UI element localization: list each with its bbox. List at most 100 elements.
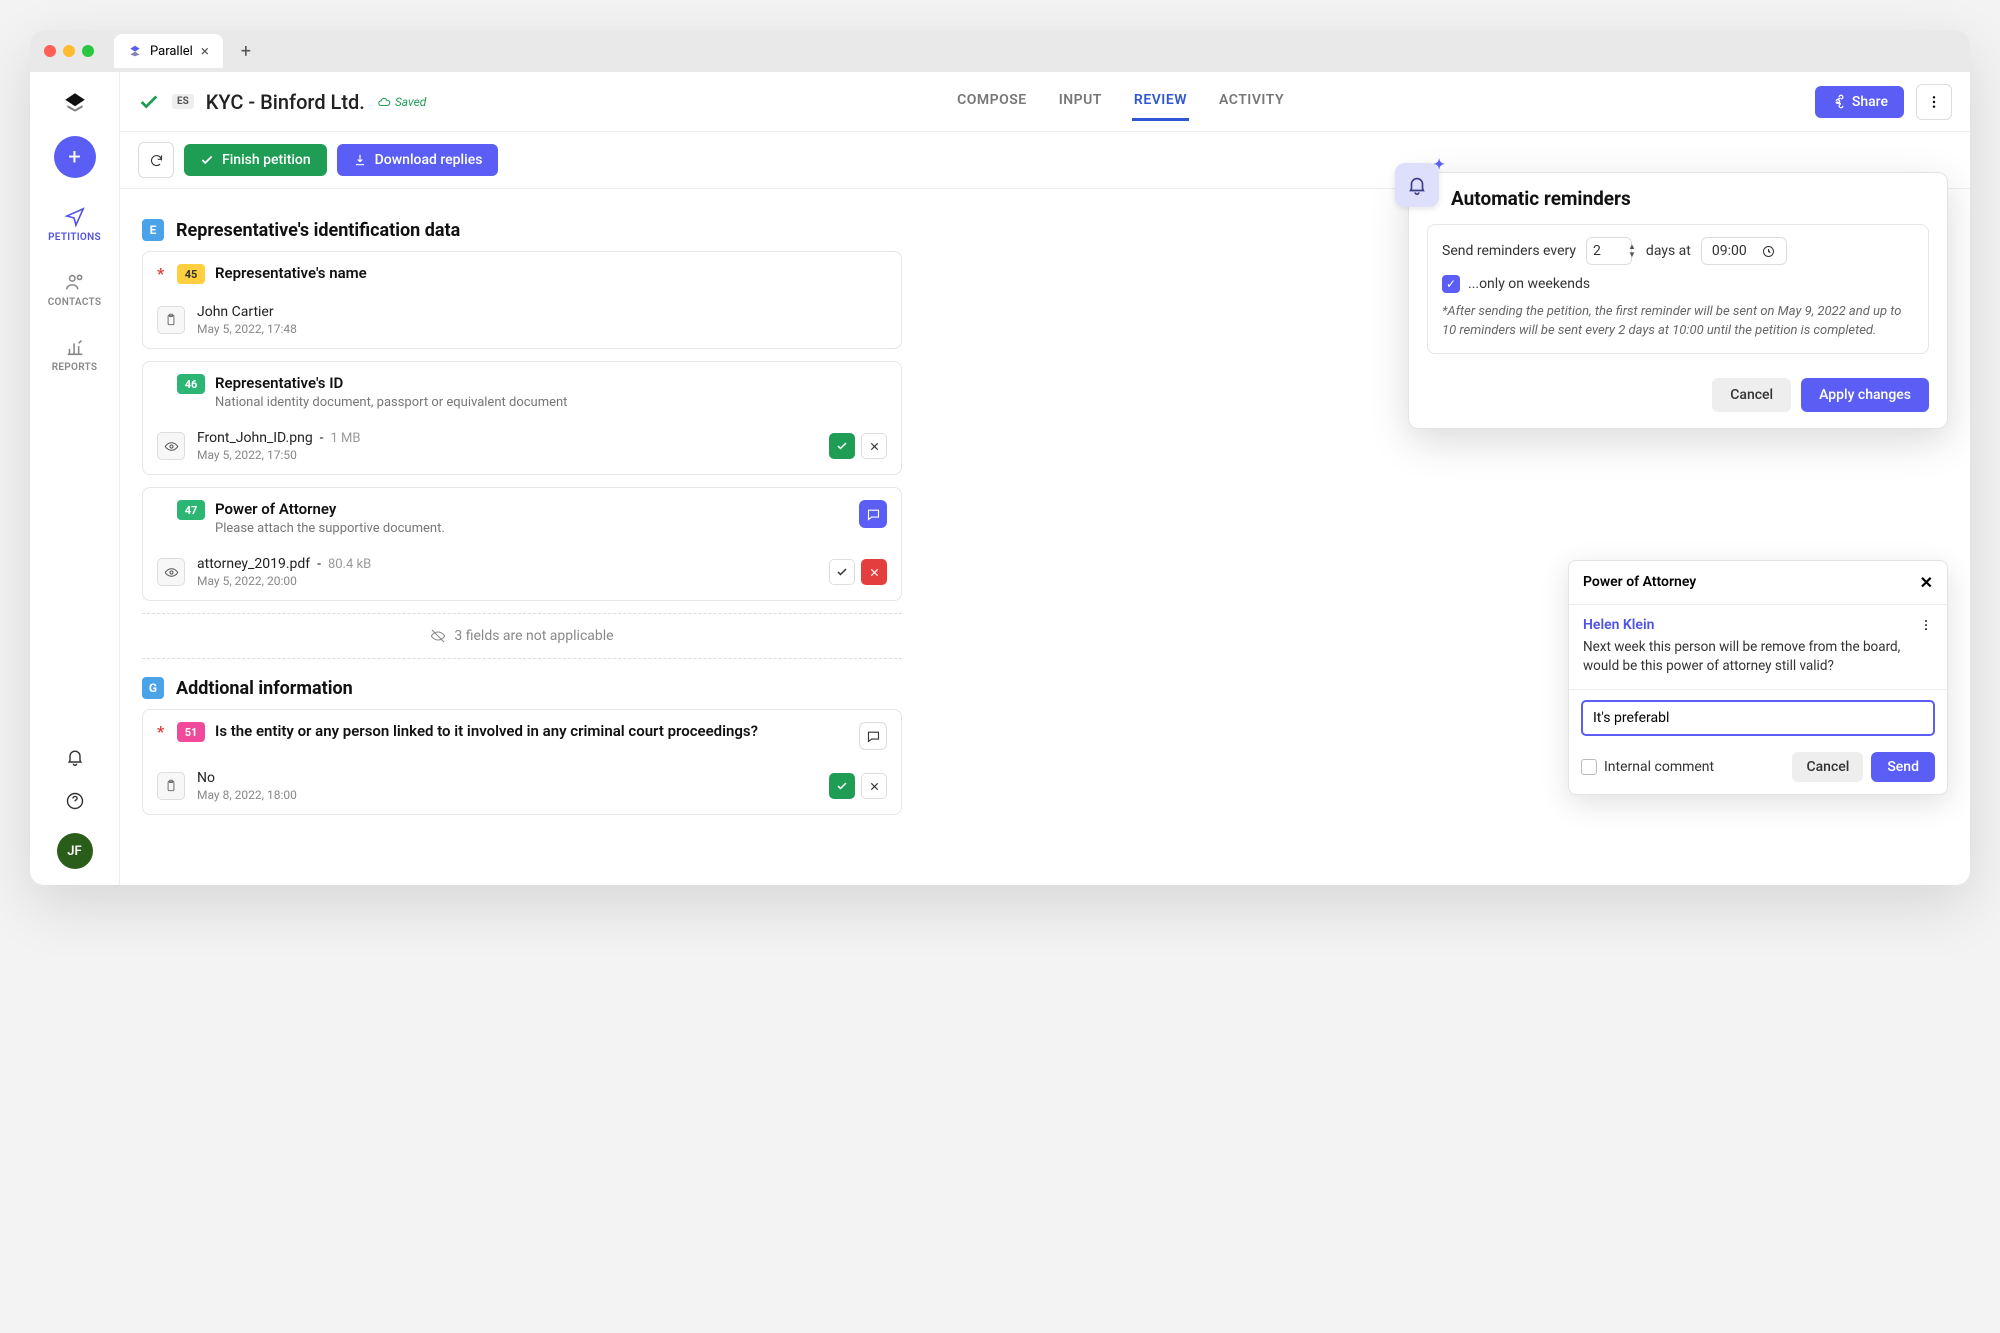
button-label: Finish petition (222, 152, 311, 168)
minimize-window[interactable] (63, 45, 75, 57)
nav-contacts[interactable]: CONTACTS (30, 261, 119, 318)
comment-input[interactable] (1581, 700, 1935, 736)
reject-button[interactable] (861, 559, 887, 585)
user-avatar[interactable]: JF (57, 833, 93, 869)
checkbox-checked-icon: ✓ (1442, 275, 1460, 293)
spark-icon: ✦ (1433, 157, 1445, 173)
comment-button[interactable] (859, 722, 887, 750)
tab-compose[interactable]: COMPOSE (955, 82, 1029, 121)
send-button[interactable]: Send (1871, 752, 1935, 782)
check-icon (836, 566, 848, 578)
new-tab-button[interactable]: + (233, 38, 259, 64)
chevron-down-icon: ▼ (1628, 251, 1636, 259)
reject-button[interactable] (861, 433, 887, 459)
field-title: Is the entity or any person linked to it… (215, 722, 849, 740)
nav-label: PETITIONS (48, 232, 101, 243)
page-header: ES KYC - Binford Ltd. Saved COMPOSE INPU… (120, 72, 1970, 132)
field-card-51: * 51 Is the entity or any person linked … (142, 709, 902, 815)
time-input[interactable]: 09:00 (1701, 237, 1787, 265)
finish-petition-button[interactable]: Finish petition (184, 144, 327, 176)
check-icon (200, 153, 214, 167)
days-stepper[interactable]: ▲▼ (1628, 243, 1636, 259)
checkbox-unchecked-icon (1581, 759, 1597, 775)
maximize-window[interactable] (82, 45, 94, 57)
preview-button[interactable] (157, 432, 185, 460)
reminder-note: *After sending the petition, the first r… (1442, 303, 1914, 341)
not-applicable-row[interactable]: 3 fields are not applicable (142, 613, 902, 659)
field-timestamp: May 5, 2022, 17:48 (197, 322, 887, 336)
eye-icon (164, 565, 179, 580)
clock-icon (1761, 244, 1776, 259)
tab-review[interactable]: REVIEW (1132, 82, 1189, 121)
bell-icon (65, 747, 85, 767)
comment-author[interactable]: Helen Klein (1583, 617, 1654, 633)
nav-reports[interactable]: REPORTS (30, 326, 119, 383)
reject-button[interactable] (861, 773, 887, 799)
nav-label: REPORTS (52, 362, 98, 373)
field-number: 45 (177, 264, 205, 284)
x-icon (869, 567, 880, 578)
section-title: Representative's identification data (176, 220, 460, 241)
tab-activity[interactable]: ACTIVITY (1217, 82, 1286, 121)
tab-input[interactable]: INPUT (1057, 82, 1104, 121)
clipboard-icon[interactable] (157, 772, 185, 800)
dots-vertical-icon (1926, 94, 1942, 110)
side-navigation: + PETITIONS CONTACTS REPORTS JF (30, 72, 120, 885)
button-label: Download replies (375, 152, 483, 168)
page-title: KYC - Binford Ltd. (206, 90, 365, 114)
close-window[interactable] (44, 45, 56, 57)
language-badge: ES (172, 94, 194, 109)
reminders-popover: ✦ Automatic reminders Send reminders eve… (1408, 172, 1948, 429)
browser-tab[interactable]: Parallel × (114, 34, 223, 68)
clipboard-icon[interactable] (157, 306, 185, 334)
approve-button[interactable] (829, 433, 855, 459)
notifications-button[interactable] (57, 739, 93, 775)
comment-button[interactable] (859, 500, 887, 528)
share-icon (1831, 94, 1846, 109)
preview-button[interactable] (157, 558, 185, 586)
field-number: 47 (177, 500, 205, 520)
refresh-button[interactable] (138, 142, 174, 178)
field-timestamp: May 8, 2022, 18:00 (197, 788, 817, 802)
browser-tabbar: Parallel × + (30, 30, 1970, 72)
cloud-icon (377, 95, 391, 109)
check-icon (836, 780, 848, 792)
app-logo[interactable] (60, 88, 90, 118)
apply-changes-button[interactable]: Apply changes (1801, 378, 1929, 412)
section-letter: G (142, 677, 164, 699)
cancel-button[interactable]: Cancel (1712, 378, 1791, 412)
chat-icon (866, 729, 881, 744)
field-value: John Cartier (197, 304, 887, 320)
approve-button[interactable] (829, 559, 855, 585)
field-card-46: * 46 Representative's ID National identi… (142, 361, 902, 475)
download-replies-button[interactable]: Download replies (337, 144, 499, 176)
traffic-lights (44, 45, 94, 57)
dots-vertical-icon[interactable] (1919, 618, 1933, 632)
cancel-button[interactable]: Cancel (1792, 752, 1863, 782)
comment-panel-title: Power of Attorney (1583, 574, 1696, 590)
close-icon[interactable]: ✕ (1920, 573, 1933, 592)
share-button[interactable]: Share (1815, 86, 1904, 118)
create-button[interactable]: + (54, 136, 96, 178)
nav-petitions[interactable]: PETITIONS (30, 196, 119, 253)
comment-panel: Power of Attorney ✕ Helen Klein Next wee… (1568, 560, 1948, 795)
popover-title: Automatic reminders (1451, 187, 1631, 210)
field-timestamp: May 5, 2022, 20:00 (197, 574, 817, 588)
more-menu-button[interactable] (1916, 84, 1952, 120)
tab-title: Parallel (150, 44, 193, 59)
close-tab-icon[interactable]: × (201, 42, 209, 60)
approve-button[interactable] (829, 773, 855, 799)
parallel-favicon (128, 44, 142, 58)
required-marker: * (157, 722, 167, 741)
field-card-45: * 45 Representative's name John Cartier … (142, 251, 902, 349)
checkbox-label: Internal comment (1604, 759, 1714, 775)
field-number: 51 (177, 722, 205, 742)
weekends-checkbox[interactable]: ✓ ...only on weekends (1442, 275, 1914, 293)
field-timestamp: May 5, 2022, 17:50 (197, 448, 817, 462)
share-label: Share (1852, 94, 1888, 110)
days-input[interactable]: 2 (1586, 237, 1632, 265)
internal-comment-checkbox[interactable]: Internal comment (1581, 759, 1714, 775)
help-button[interactable] (57, 783, 93, 819)
x-icon (869, 781, 880, 792)
chat-icon (866, 507, 881, 522)
